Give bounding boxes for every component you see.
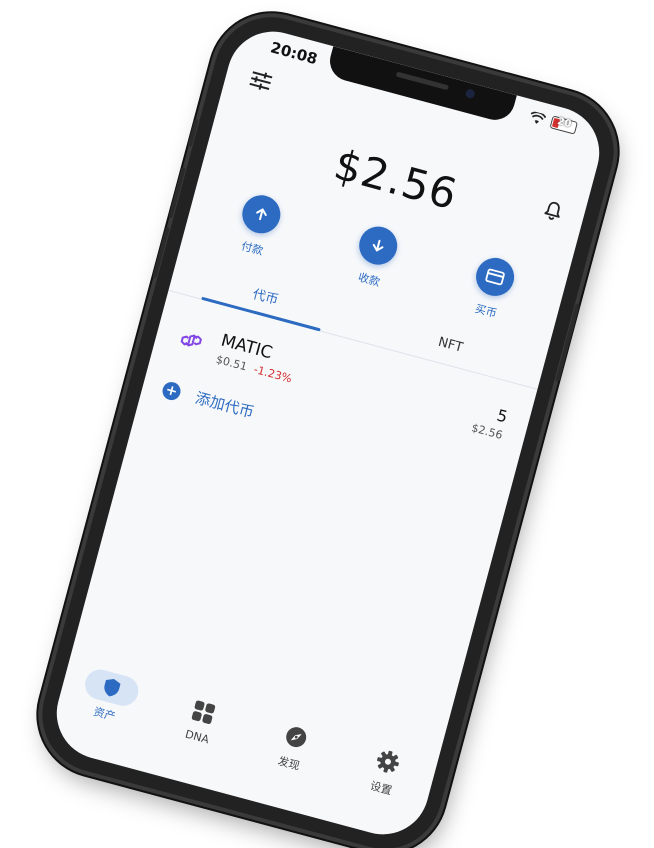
nav-dna[interactable]: DNA bbox=[157, 688, 246, 754]
nav-settings[interactable]: 设置 bbox=[341, 737, 431, 806]
add-token-button[interactable]: + 添加代币 bbox=[160, 378, 256, 423]
buy-button[interactable]: 买币 bbox=[445, 248, 538, 329]
buy-label: 买币 bbox=[473, 302, 499, 321]
stage: 20:08 20 $2.56 付款 收款 买币 代币 NFT MATIC $0.… bbox=[0, 0, 654, 848]
phone-side-button bbox=[187, 118, 199, 147]
add-token-label: 添加代币 bbox=[193, 388, 256, 422]
phone-frame: 20:08 20 $2.56 付款 收款 买币 代币 NFT MATIC $0.… bbox=[29, 4, 627, 848]
receive-button[interactable]: 收款 bbox=[328, 217, 421, 298]
receive-label: 收款 bbox=[356, 270, 382, 290]
gear-icon bbox=[358, 740, 418, 783]
settings-sliders-icon[interactable] bbox=[247, 68, 274, 97]
nav-assets[interactable]: 资产 bbox=[64, 663, 154, 732]
grid-icon bbox=[174, 691, 234, 734]
card-icon bbox=[471, 253, 519, 301]
front-camera bbox=[464, 88, 476, 100]
nav-discover-label: 发现 bbox=[276, 754, 302, 773]
status-indicators: 20 bbox=[528, 110, 578, 135]
status-time: 20:08 bbox=[268, 38, 320, 69]
speaker bbox=[395, 71, 450, 91]
app-screen: 20:08 20 $2.56 付款 收款 买币 代币 NFT MATIC $0.… bbox=[46, 21, 610, 845]
nav-assets-label: 资产 bbox=[92, 705, 117, 724]
arrow-up-icon bbox=[238, 191, 285, 238]
send-label: 付款 bbox=[239, 239, 265, 258]
notch bbox=[325, 46, 517, 125]
battery-level: 20 bbox=[556, 115, 573, 131]
phone-power-button bbox=[555, 303, 580, 383]
bottom-nav: 资产 DNA 发现 设置 bbox=[51, 661, 438, 827]
nav-dna-label: DNA bbox=[183, 727, 211, 747]
nav-discover[interactable]: 发现 bbox=[248, 712, 338, 781]
phone-volume-up bbox=[168, 167, 186, 219]
battery-icon: 20 bbox=[549, 115, 578, 135]
nav-settings-label: 设置 bbox=[368, 779, 394, 798]
phone-volume-down bbox=[152, 226, 170, 279]
compass-icon bbox=[266, 716, 326, 759]
polygon-logo-icon bbox=[173, 322, 210, 359]
send-button[interactable]: 付款 bbox=[212, 186, 305, 267]
wifi-icon bbox=[528, 110, 547, 126]
arrow-down-icon bbox=[354, 222, 402, 269]
shield-icon bbox=[81, 666, 142, 710]
plus-icon: + bbox=[160, 379, 183, 402]
